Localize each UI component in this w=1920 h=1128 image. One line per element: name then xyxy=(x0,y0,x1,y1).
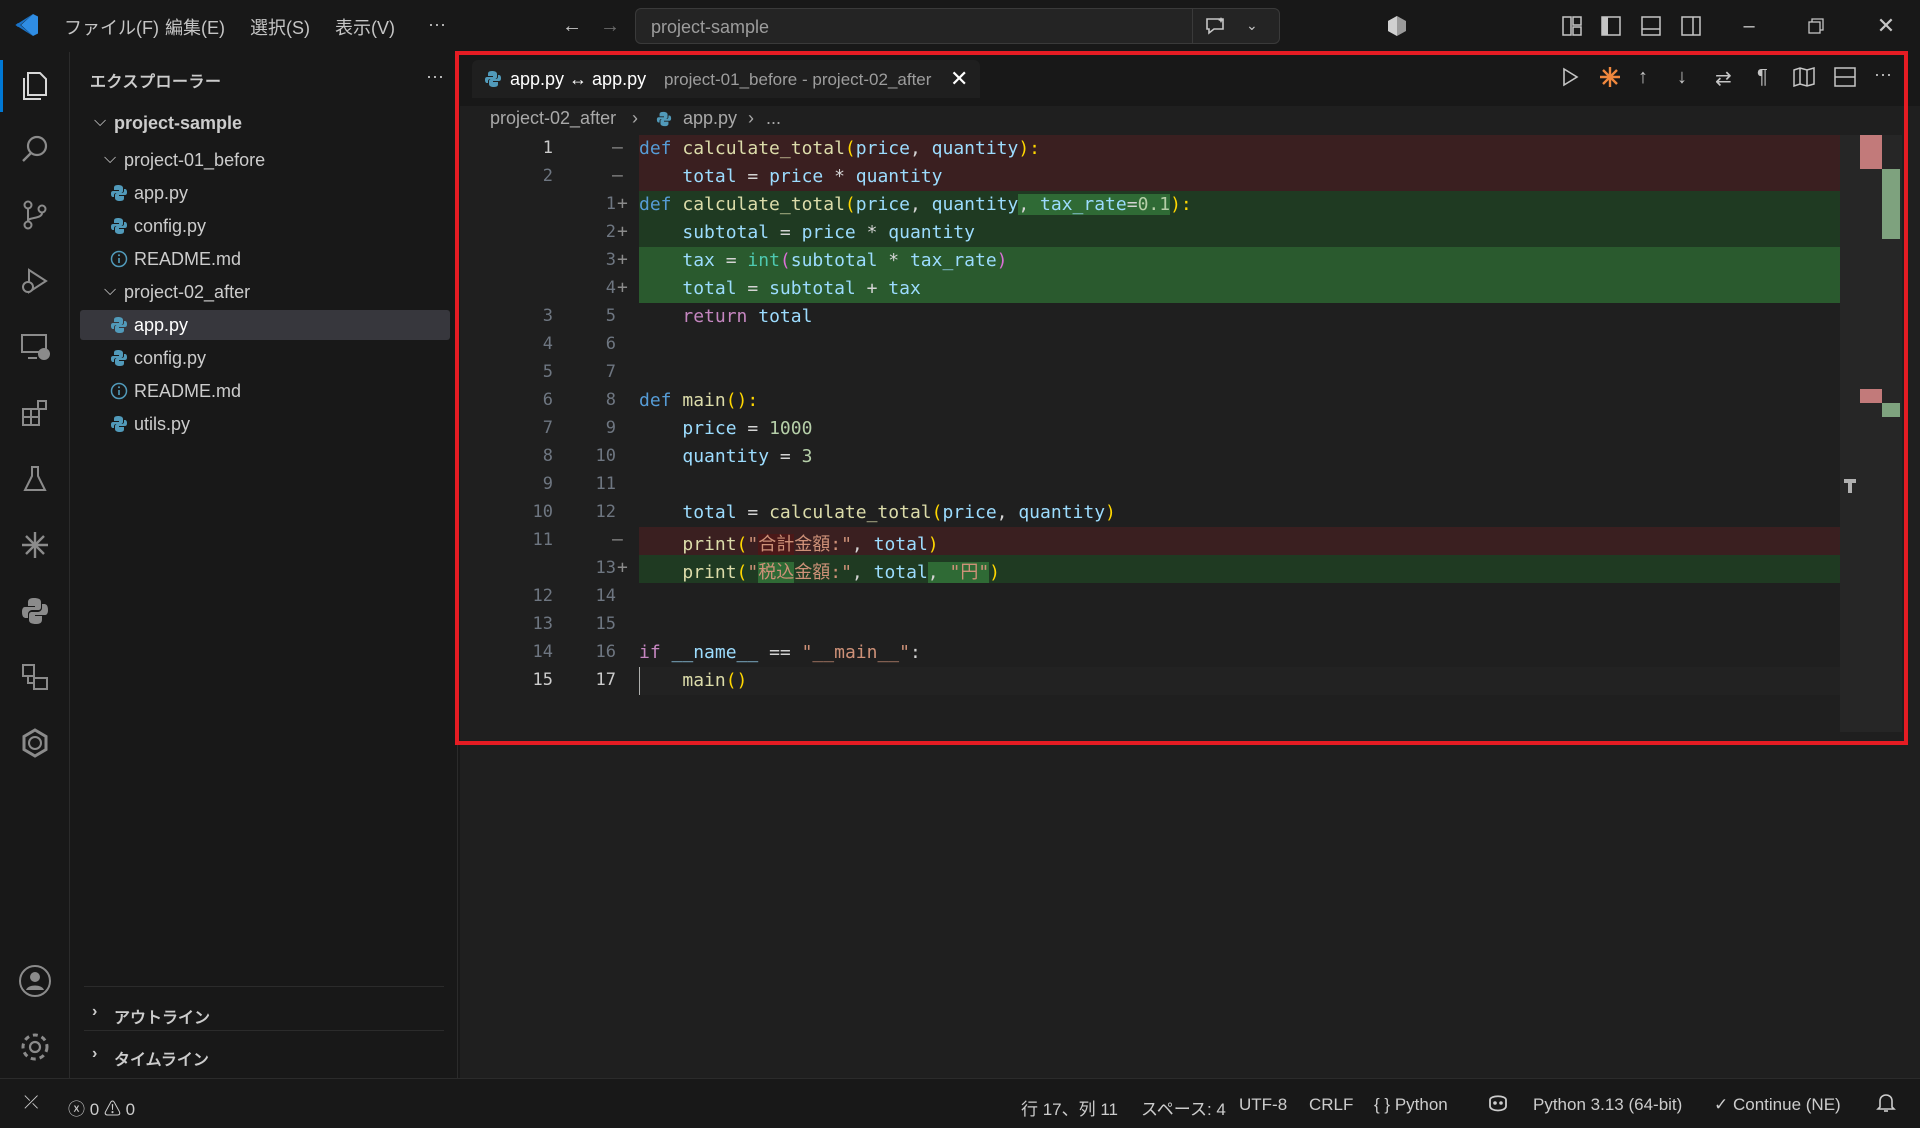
folder-root-label: project-sample xyxy=(114,113,243,133)
python-file-icon xyxy=(110,349,128,367)
menu-selection[interactable]: 選択(S) xyxy=(250,14,310,40)
python-icon[interactable] xyxy=(16,592,54,630)
python-file-icon xyxy=(110,217,128,235)
command-center-search[interactable]: project-sample ⌄ xyxy=(635,8,1280,44)
warning-icon: ⚠ xyxy=(103,1100,121,1119)
testing-flask-icon[interactable] xyxy=(16,460,54,498)
continue-status[interactable]: ✓ Continue (NE) xyxy=(1714,1095,1841,1115)
line-ending[interactable]: CRLF xyxy=(1309,1095,1353,1115)
section-outline[interactable]: › アウトライン xyxy=(92,996,512,1030)
folder-label: project-02_after xyxy=(124,282,251,302)
minimize-icon[interactable]: – xyxy=(1737,14,1761,38)
file-item[interactable]: app.py xyxy=(80,178,450,208)
error-count: 0 xyxy=(89,1100,100,1119)
back-arrow-icon[interactable]: ← xyxy=(560,14,584,38)
toggle-panel-icon[interactable] xyxy=(1640,15,1662,37)
copilot-status-icon[interactable] xyxy=(1486,1092,1510,1114)
python-interpreter[interactable]: Python 3.13 (64-bit) xyxy=(1533,1095,1682,1115)
vscode-logo-icon xyxy=(14,12,40,38)
info-icon xyxy=(110,382,128,400)
section-timeline[interactable]: › タイムライン xyxy=(92,1038,512,1072)
file-label: app.py xyxy=(134,315,189,335)
divider xyxy=(84,986,444,987)
file-label: app.py xyxy=(134,183,189,203)
continue-label: Continue (NE) xyxy=(1732,1095,1841,1114)
python-file-icon xyxy=(110,415,128,433)
explorer-icon[interactable] xyxy=(16,67,54,105)
remote-explorer-icon[interactable] xyxy=(16,328,54,366)
info-icon xyxy=(110,250,128,268)
chevron-right-icon: › xyxy=(92,1003,98,1020)
folder-root[interactable]: ⌵ project-sample xyxy=(80,108,450,138)
file-label: README.md xyxy=(134,249,242,269)
activity-bar xyxy=(0,52,70,1078)
error-icon: ⓧ xyxy=(68,1100,85,1119)
encoding[interactable]: UTF-8 xyxy=(1239,1095,1287,1115)
toggle-primary-sidebar-icon[interactable] xyxy=(1600,15,1622,37)
forward-arrow-icon[interactable]: → xyxy=(598,14,622,38)
title-bar: ファイル(F) 編集(E) 選択(S) 表示(V) ··· ← → projec… xyxy=(0,0,1920,52)
openai-icon[interactable] xyxy=(16,724,54,762)
sparkle-icon[interactable] xyxy=(16,526,54,564)
python-file-icon xyxy=(110,184,128,202)
file-item[interactable]: README.md xyxy=(80,244,450,274)
warning-count: 0 xyxy=(125,1100,136,1119)
customize-layout-icon[interactable] xyxy=(1561,15,1583,37)
language-mode[interactable]: { } Python xyxy=(1374,1095,1448,1115)
file-item[interactable]: utils.py xyxy=(80,409,450,439)
remote-icon[interactable]: ⤫ xyxy=(24,1092,38,1113)
file-item[interactable]: config.py xyxy=(80,211,450,241)
status-bar: ⤫ ⓧ 0 ⚠ 0 行 17、列 11 スペース: 4 UTF-8 CRLF {… xyxy=(0,1078,1920,1128)
command-center-label: project-sample xyxy=(651,17,770,37)
folder-project-02[interactable]: ⌵ project-02_after xyxy=(80,277,450,307)
file-label: README.md xyxy=(134,381,242,401)
project-manager-icon[interactable] xyxy=(16,658,54,696)
menu-edit[interactable]: 編集(E) xyxy=(165,14,225,40)
check-icon: ✓ xyxy=(1714,1095,1729,1114)
highlight-frame xyxy=(455,51,1908,745)
search-icon[interactable] xyxy=(16,130,54,168)
source-control-icon[interactable] xyxy=(16,196,54,234)
copilot-chat-icon[interactable] xyxy=(1204,16,1228,36)
chevron-down-icon: ⌵ xyxy=(104,282,117,299)
section-timeline-label: タイムライン xyxy=(114,1052,209,1069)
menu-file[interactable]: ファイル(F) xyxy=(64,14,159,40)
restore-icon[interactable] xyxy=(1808,18,1824,34)
account-icon[interactable] xyxy=(16,962,54,1000)
file-item[interactable]: config.py xyxy=(80,343,450,373)
indentation[interactable]: スペース: 4 xyxy=(1141,1095,1226,1120)
chevron-down-icon: ⌵ xyxy=(94,113,107,130)
notifications-bell-icon[interactable] xyxy=(1876,1092,1896,1114)
section-outline-label: アウトライン xyxy=(114,1010,211,1027)
file-label: config.py xyxy=(134,348,207,368)
braces-icon: { } xyxy=(1374,1095,1391,1114)
toggle-secondary-sidebar-icon[interactable] xyxy=(1680,15,1702,37)
close-window-icon[interactable]: ✕ xyxy=(1874,14,1898,38)
folder-label: project-01_before xyxy=(124,150,266,170)
active-indicator xyxy=(0,60,3,112)
problems-indicator[interactable]: ⓧ 0 ⚠ 0 xyxy=(68,1095,135,1120)
divider xyxy=(1192,9,1193,43)
python-file-icon xyxy=(110,316,128,334)
explorer-sidebar: エクスプローラー ··· ⌵ project-sample ⌵ project-… xyxy=(72,52,458,1078)
explorer-title: エクスプローラー xyxy=(90,74,222,91)
menu-more[interactable]: ··· xyxy=(428,14,446,35)
settings-gear-icon[interactable] xyxy=(16,1028,54,1066)
file-label: utils.py xyxy=(134,414,191,434)
cursor-position[interactable]: 行 17、列 11 xyxy=(1021,1095,1118,1120)
copilot-icon[interactable] xyxy=(1385,14,1409,38)
file-label: config.py xyxy=(134,216,207,236)
menu-view[interactable]: 表示(V) xyxy=(335,14,395,40)
file-item-selected[interactable]: app.py xyxy=(80,310,450,340)
chevron-right-icon: › xyxy=(92,1045,98,1062)
run-debug-icon[interactable] xyxy=(16,262,54,300)
chevron-down-icon: ⌵ xyxy=(104,150,117,167)
language-label: Python xyxy=(1394,1095,1448,1114)
explorer-more-button[interactable]: ··· xyxy=(426,66,444,87)
folder-project-01[interactable]: ⌵ project-01_before xyxy=(80,145,450,175)
chevron-down-icon[interactable]: ⌄ xyxy=(1246,17,1258,34)
divider xyxy=(84,1030,444,1031)
extensions-icon[interactable] xyxy=(16,394,54,432)
file-item[interactable]: README.md xyxy=(80,376,450,406)
